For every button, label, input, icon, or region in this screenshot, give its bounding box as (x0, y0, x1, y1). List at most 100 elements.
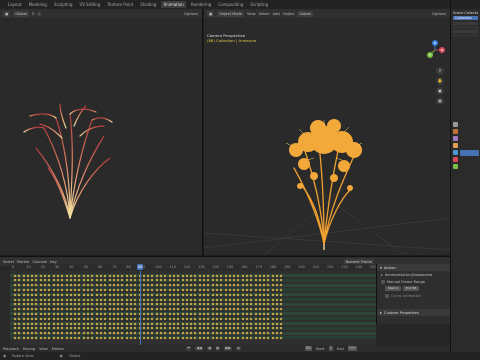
keyframe[interactable] (125, 274, 129, 277)
keyframe[interactable] (82, 322, 86, 325)
keyframe[interactable] (181, 322, 184, 325)
keyframe[interactable] (198, 293, 202, 297)
keyframe[interactable] (142, 274, 146, 277)
keyframe[interactable] (254, 317, 257, 321)
keyframe[interactable] (125, 293, 129, 297)
keyframe[interactable] (65, 317, 68, 321)
keyframe[interactable] (112, 274, 116, 277)
keyframe[interactable] (108, 317, 111, 321)
keyframe[interactable] (224, 336, 227, 340)
keyframe[interactable] (22, 322, 25, 325)
keyframe[interactable] (26, 298, 30, 301)
keyframe[interactable] (241, 298, 245, 301)
transform-orientation-dropdown[interactable]: Global (297, 10, 313, 17)
manual-frame-range-row[interactable]: Manual Frame Range (377, 278, 450, 285)
keyframe[interactable] (181, 336, 184, 340)
keyframe[interactable] (95, 298, 99, 301)
keyframe[interactable] (65, 322, 68, 325)
keyframe[interactable] (224, 317, 227, 321)
keyframe[interactable] (26, 274, 30, 277)
keyframe[interactable] (155, 322, 159, 325)
keyframe[interactable] (181, 293, 184, 297)
view-menu[interactable]: View (247, 12, 256, 16)
playhead-frame-label[interactable]: 88 (137, 264, 144, 270)
keyframe[interactable] (168, 298, 172, 301)
keyframe[interactable] (108, 322, 111, 325)
workspace-tab-shading[interactable]: Shading (138, 1, 158, 8)
keyframe[interactable] (181, 317, 184, 321)
playback-menu[interactable]: Playback (3, 347, 19, 351)
keyframe[interactable] (215, 298, 219, 301)
keyframe[interactable] (168, 322, 172, 325)
keyframe[interactable] (258, 274, 262, 277)
keyframe[interactable] (271, 317, 275, 321)
keyframe[interactable] (95, 293, 99, 297)
workspace-tab-animation[interactable]: Animation (161, 1, 186, 8)
keyframe[interactable] (108, 293, 111, 297)
right-options-button[interactable]: Options (432, 12, 446, 16)
keyframe[interactable] (198, 317, 202, 321)
keyframe[interactable] (39, 274, 43, 277)
keyframe[interactable] (65, 274, 68, 277)
keyframe[interactable] (181, 312, 184, 316)
cyclic-checkbox[interactable] (385, 293, 389, 298)
mode-dropdown[interactable]: Object Mode (217, 10, 245, 17)
keyframe[interactable] (82, 317, 86, 321)
keyframe[interactable] (39, 322, 43, 325)
keyframe[interactable] (271, 298, 275, 301)
keyframe[interactable] (211, 293, 215, 297)
keyframe[interactable] (181, 274, 184, 277)
next-keyframe-icon[interactable]: ▶▶ (224, 346, 232, 351)
snap-icon[interactable]: ⚲ (32, 12, 35, 16)
keyframe[interactable] (185, 298, 189, 301)
keyframe[interactable] (108, 336, 111, 340)
data-tab-icon[interactable] (453, 164, 458, 169)
outliner-item-collection[interactable]: Collection (453, 16, 478, 20)
keyframe[interactable] (22, 274, 25, 277)
keyframe[interactable] (271, 274, 275, 277)
outliner-row[interactable] (453, 30, 478, 33)
keyframe[interactable] (271, 293, 275, 297)
keyframe[interactable] (185, 322, 189, 325)
keyframe[interactable] (108, 312, 111, 316)
keyframe[interactable] (65, 336, 68, 340)
keyframe[interactable] (224, 312, 227, 316)
proportional-icon[interactable]: ◎ (38, 12, 41, 16)
workspace-tab-texture-paint[interactable]: Texture Paint (105, 1, 135, 8)
keyframe[interactable] (224, 293, 227, 297)
workspace-tab-compositing[interactable]: Compositing (216, 1, 245, 8)
keyframe[interactable] (224, 288, 227, 292)
workspace-tab-modeling[interactable]: Modeling (27, 1, 49, 8)
keyframe[interactable] (198, 274, 202, 277)
cyclic-row[interactable]: Cyclic Animation (377, 292, 450, 299)
keyframe[interactable] (224, 274, 227, 277)
action-name-field[interactable]: ▸ ArmatureAction|Shadowview (377, 271, 450, 278)
keyframe[interactable] (82, 274, 86, 277)
keyframe[interactable] (198, 298, 202, 301)
marker-menu[interactable]: Marker (17, 260, 29, 264)
play-icon[interactable]: ▶ (215, 346, 221, 351)
keying-menu[interactable]: Keying (23, 347, 35, 351)
keyframe[interactable] (65, 293, 68, 297)
keyframe[interactable] (241, 293, 245, 297)
keyframe[interactable] (168, 317, 172, 321)
keyframe[interactable] (65, 312, 68, 316)
keyframe[interactable] (22, 317, 25, 321)
keyframe[interactable] (108, 288, 111, 292)
keyframe[interactable] (22, 298, 25, 301)
keyframe[interactable] (95, 322, 99, 325)
keyframe[interactable] (142, 298, 146, 301)
keyframe[interactable] (215, 274, 219, 277)
keyframe[interactable] (26, 322, 30, 325)
keyframe[interactable] (228, 298, 232, 301)
render-tab-icon[interactable] (453, 129, 458, 134)
jump-end-icon[interactable]: ⏭ (235, 346, 242, 351)
select-menu[interactable]: Select (3, 260, 14, 264)
workspace-tab-rendering[interactable]: Rendering (189, 1, 213, 8)
output-tab-icon[interactable] (453, 136, 458, 141)
keyframe[interactable] (211, 317, 215, 321)
keyframe[interactable] (215, 322, 219, 325)
keyframe[interactable] (254, 322, 257, 325)
keyframe[interactable] (258, 298, 262, 301)
play-reverse-icon[interactable]: ◀ (206, 346, 212, 351)
